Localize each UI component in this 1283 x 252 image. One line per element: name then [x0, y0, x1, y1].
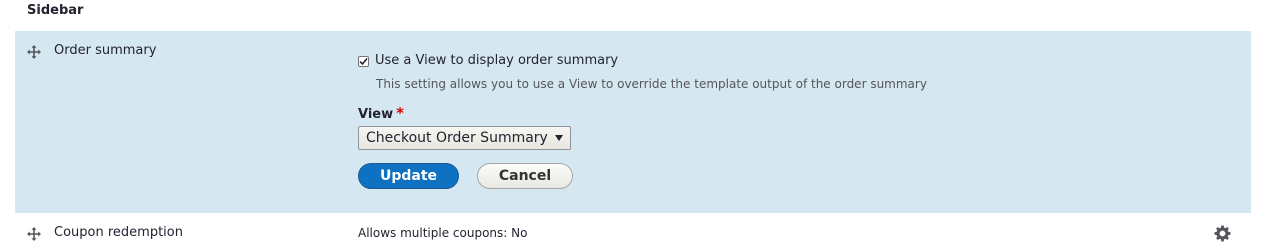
use-view-checkbox-label[interactable]: Use a View to display order summary [375, 53, 618, 69]
required-marker: * [396, 104, 404, 122]
move-icon[interactable] [27, 226, 41, 241]
move-icon[interactable] [27, 44, 41, 59]
check-icon [359, 57, 368, 65]
use-view-checkbox-group: Use a View to display order summary [358, 53, 618, 69]
coupon-summary: Allows multiple coupons: No [358, 226, 528, 240]
cancel-button[interactable]: Cancel [477, 163, 573, 189]
dropdown-arrow-icon [555, 135, 563, 141]
use-view-description: This setting allows you to use a View to… [376, 77, 927, 91]
view-field-label: View * [358, 105, 404, 123]
order-summary-row: Order summary Use a View to display orde… [15, 31, 1251, 213]
order-summary-label: Order summary [54, 43, 157, 58]
view-label-text: View [358, 107, 394, 122]
coupon-redemption-label: Coupon redemption [54, 225, 183, 240]
update-button[interactable]: Update [358, 163, 459, 189]
view-select[interactable]: Checkout Order Summary [358, 126, 571, 150]
coupon-redemption-row: Coupon redemption Allows multiple coupon… [15, 216, 1251, 252]
view-select-value: Checkout Order Summary [366, 130, 548, 146]
sidebar-section-title: Sidebar [27, 3, 84, 18]
use-view-checkbox[interactable] [358, 55, 369, 67]
gear-icon[interactable] [1214, 225, 1231, 242]
